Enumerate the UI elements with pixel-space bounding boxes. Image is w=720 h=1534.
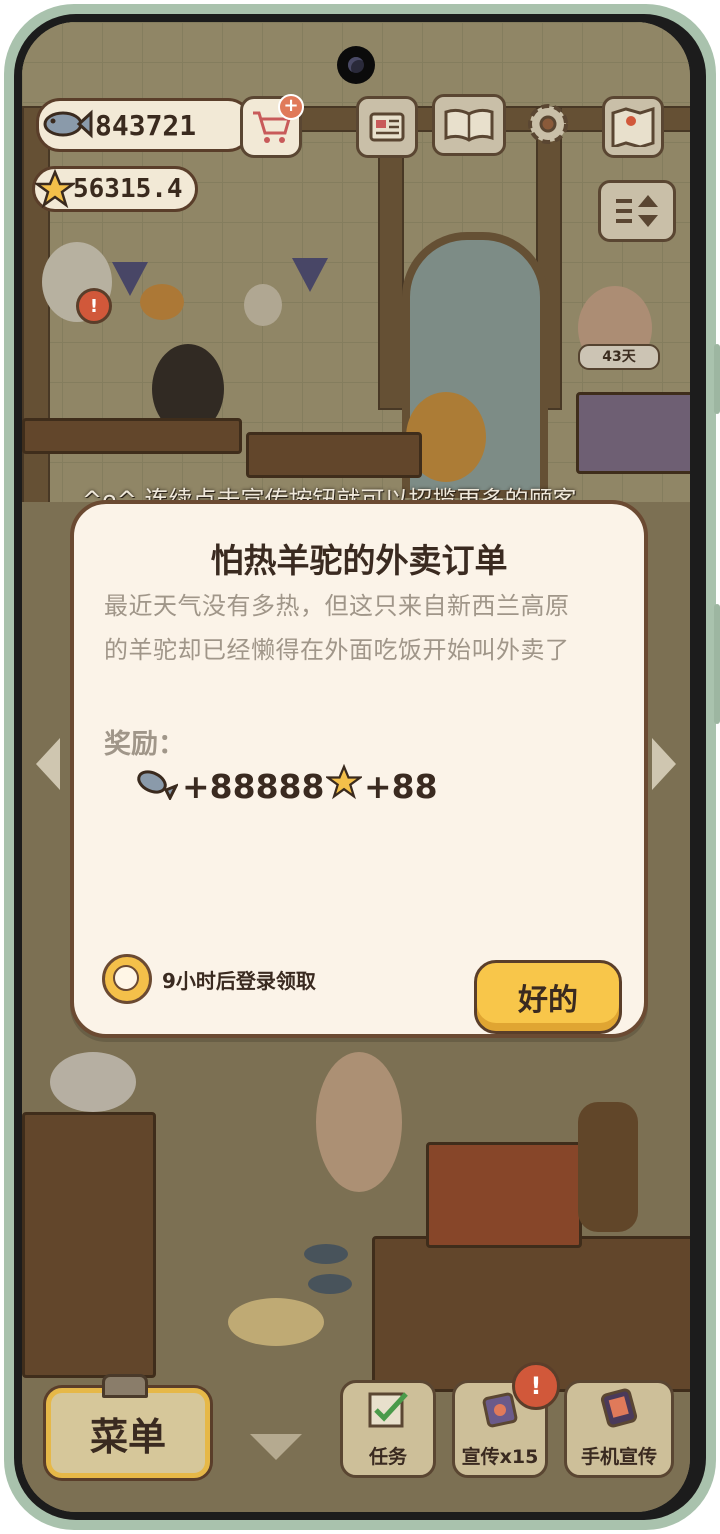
dialog-description: 最近天气没有多热，但这只来自新西兰高原 的羊驼却已经懒得在外面吃饭开始叫外卖了 (104, 584, 624, 672)
side-button-bottom (714, 604, 720, 724)
alert-icon[interactable]: ! (76, 288, 112, 324)
add-currency-icon[interactable]: + (278, 94, 304, 120)
side-button-top (714, 344, 720, 414)
book-icon[interactable] (432, 94, 506, 156)
star-count: 56315.4 (73, 174, 183, 204)
checklist-icon (366, 1390, 410, 1438)
promo-label: 宣传x15 (461, 1446, 539, 1468)
alert-icon[interactable]: ! (512, 1362, 560, 1410)
scroll-left-arrow[interactable] (36, 738, 60, 790)
star-currency-pill: 56315.4 (32, 166, 198, 212)
reward-star: +88 (324, 763, 438, 808)
fish-currency-pill: 843721 (36, 98, 252, 152)
delivery-order-dialog: 怕热羊驼的外卖订单 最近天气没有多热，但这只来自新西兰高原 的羊驼却已经懒得在外… (70, 500, 648, 1038)
phone-promo-icon (597, 1386, 641, 1438)
scroll-right-arrow[interactable] (652, 738, 676, 790)
gear-icon[interactable] (520, 96, 576, 152)
tasks-button[interactable]: 任务 (340, 1380, 436, 1478)
newspaper-icon[interactable] (356, 96, 418, 158)
clock-icon (102, 954, 152, 1004)
front-camera (337, 46, 375, 84)
reward-label: 奖励： (104, 729, 185, 760)
dialog-title: 怕热羊驼的外卖订单 (210, 541, 508, 580)
reward-star-amount: +88 (364, 766, 438, 806)
reward-fish-amount: +88888 (182, 766, 325, 806)
ok-button[interactable]: 好的 (474, 960, 622, 1034)
menu-button[interactable]: 菜单 (46, 1388, 210, 1478)
fish-icon (41, 105, 93, 147)
login-timer-text: 9小时后登录领取 (162, 968, 316, 993)
description-line-1: 最近天气没有多热，但这只来自新西兰高原 (104, 592, 570, 620)
fish-icon (134, 764, 180, 808)
sort-icon[interactable] (598, 180, 676, 242)
tasks-label: 任务 (368, 1446, 407, 1468)
phone-promo-label: 手机宣传 (580, 1446, 657, 1468)
login-timer: 9小时后登录领取 (102, 954, 316, 1004)
star-icon (33, 168, 77, 213)
map-icon[interactable] (602, 96, 664, 158)
clipboard-clip (102, 1374, 148, 1398)
reward-fish: +88888 (134, 764, 324, 808)
phone-promo-button[interactable]: 手机宣传 (564, 1380, 674, 1478)
description-line-2: 的羊驼却已经懒得在外面吃饭开始叫外卖了 (104, 636, 570, 664)
fish-count: 843721 (95, 109, 197, 142)
game-screen: ! 43天 843721 + 56315.4 怕热羊驼的外卖订单 最近天气没有多… (22, 22, 690, 1512)
expand-down-arrow[interactable] (250, 1434, 302, 1460)
star-icon (324, 763, 364, 808)
